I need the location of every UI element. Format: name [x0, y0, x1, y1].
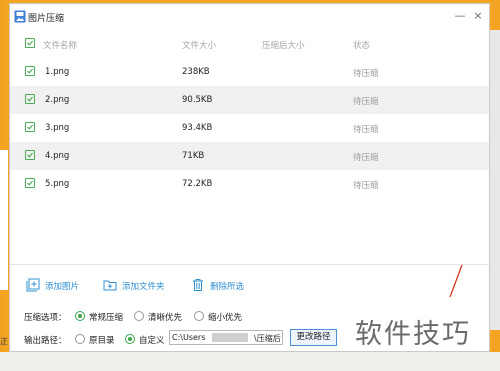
file-list: 文件名称 文件大小 压缩后大小 状态 1.png 238KB 待压缩 2.png… [10, 30, 489, 265]
row-file-size: 90.5KB [182, 95, 213, 105]
window-title: 图片压缩 [28, 14, 65, 24]
table-row[interactable]: 2.png 90.5KB 待压缩 [10, 86, 489, 114]
background-left-strip [0, 150, 8, 290]
radio-normal-compress[interactable] [75, 311, 85, 321]
row-file-size: 93.4KB [182, 123, 213, 133]
red-annotation-stroke [449, 264, 463, 298]
row-file-name: 1.png [45, 67, 70, 77]
table-row[interactable]: 1.png 238KB 待压缩 [10, 58, 489, 86]
row-file-name: 3.png [45, 123, 70, 133]
row-checkbox[interactable] [25, 122, 35, 132]
output-path-label: 输出路径： [24, 336, 67, 346]
add-image-icon [26, 278, 40, 292]
background-bottom-bar [0, 352, 500, 371]
radio-original-dir[interactable] [75, 334, 85, 344]
close-button[interactable]: × [471, 9, 485, 23]
radio-shrink-first-label[interactable]: 缩小优先 [208, 311, 242, 323]
row-file-name: 5.png [45, 179, 70, 189]
row-status: 待压缩 [353, 153, 379, 163]
minimize-button[interactable]: — [453, 9, 467, 23]
row-status: 待压缩 [353, 97, 379, 107]
radio-normal-compress-label[interactable]: 常规压缩 [89, 311, 123, 323]
radio-clarity-first[interactable] [134, 311, 144, 321]
watermark: 软件技巧 [355, 312, 471, 351]
header-file-name: 文件名称 [43, 41, 78, 51]
delete-selected-button[interactable]: 删除所选 [191, 278, 251, 292]
table-header: 文件名称 文件大小 压缩后大小 状态 [10, 30, 489, 58]
radio-shrink-first[interactable] [194, 311, 204, 321]
row-file-name: 2.png [45, 95, 70, 105]
row-file-size: 238KB [182, 67, 210, 77]
add-image-label: 添加图片 [45, 282, 80, 292]
delete-selected-label: 删除所选 [210, 282, 245, 292]
add-folder-icon [103, 280, 117, 291]
row-status: 待压缩 [353, 181, 379, 191]
output-path-suffix: \压缩后 [254, 334, 281, 343]
radio-custom-dir[interactable] [125, 334, 135, 344]
add-folder-label: 添加文件夹 [122, 282, 165, 292]
change-path-button[interactable]: 更改路径 [290, 329, 337, 346]
header-compressed-size: 压缩后大小 [262, 41, 305, 51]
row-checkbox[interactable] [25, 94, 35, 104]
output-path-field[interactable]: C:\Users \压缩后 [169, 330, 283, 345]
redacted-path-segment [212, 333, 248, 342]
row-status: 待压缩 [353, 125, 379, 135]
image-compress-dialog: 图片压缩 — × 文件名称 文件大小 压缩后大小 状态 1.png 238KB … [9, 3, 490, 352]
titlebar: 图片压缩 — × [10, 4, 489, 30]
row-checkbox[interactable] [25, 66, 35, 76]
radio-original-dir-label[interactable]: 原目录 [89, 334, 115, 346]
table-row[interactable]: 5.png 72.2KB 待压缩 [10, 170, 489, 198]
image-compress-icon [14, 10, 26, 23]
radio-custom-dir-label[interactable]: 自定义 [139, 334, 165, 346]
select-all-checkbox[interactable] [25, 38, 35, 48]
row-file-name: 4.png [45, 151, 70, 161]
row-checkbox[interactable] [25, 150, 35, 160]
background-right-panel [490, 30, 500, 330]
row-file-size: 72.2KB [182, 179, 213, 189]
row-checkbox[interactable] [25, 178, 35, 188]
table-row[interactable]: 4.png 71KB 待压缩 [10, 142, 489, 170]
header-file-size: 文件大小 [182, 41, 217, 51]
radio-clarity-first-label[interactable]: 清晰优先 [148, 311, 182, 323]
output-path-prefix: C:\Users [172, 333, 206, 342]
row-status: 待压缩 [353, 69, 379, 79]
background-left-label: 正 [0, 337, 8, 346]
header-status: 状态 [353, 41, 371, 51]
compress-options-label: 压缩选项： [24, 313, 67, 323]
row-file-size: 71KB [182, 151, 205, 161]
trash-icon [193, 279, 203, 291]
table-row[interactable]: 3.png 93.4KB 待压缩 [10, 114, 489, 142]
add-image-button[interactable]: 添加图片 [26, 278, 86, 292]
add-folder-button[interactable]: 添加文件夹 [103, 278, 175, 292]
